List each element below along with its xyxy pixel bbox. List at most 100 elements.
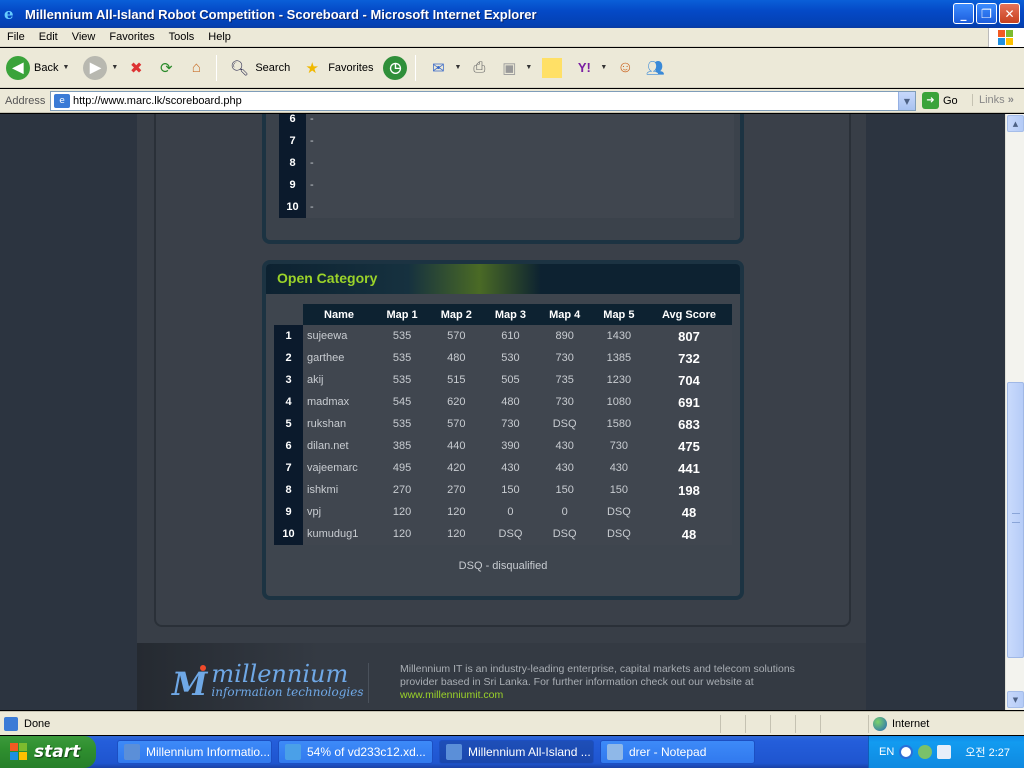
window-title-bar[interactable]: e Millennium All-Island Robot Competitio… [0, 0, 1024, 28]
entry-name: - [310, 201, 314, 213]
rank-number: 7 [289, 135, 296, 147]
entry-name: - [310, 135, 314, 147]
edit-dropdown-icon[interactable]: ▼ [525, 64, 532, 71]
refresh-button[interactable]: ⟳ [154, 56, 178, 80]
map4-cell: 150 [537, 479, 592, 501]
favorites-button[interactable]: ★ Favorites [300, 56, 373, 80]
print-button[interactable]: ⎙ [467, 56, 491, 80]
tray-arrow-icon[interactable] [899, 745, 914, 759]
edit-button[interactable]: ▣ ▼ [497, 56, 532, 80]
menu-edit[interactable]: Edit [32, 31, 65, 43]
msn-button[interactable]: 👥︎ [643, 56, 667, 80]
address-input[interactable]: e http://www.marc.lk/scoreboard.php ▼ [50, 91, 916, 111]
search-label: Search [255, 61, 291, 74]
forward-button[interactable]: ▶ ▼ [75, 55, 118, 80]
millennium-logo[interactable]: M millennium information technologies [172, 662, 364, 700]
table-row: 5 rukshan 535 570 730 DSQ 1580 683 [274, 413, 732, 435]
map4-cell: 730 [537, 347, 592, 369]
footer-website-link[interactable]: www.millenniumit.com [400, 689, 503, 701]
notes-button[interactable] [542, 57, 563, 78]
map2-cell: 480 [429, 347, 484, 369]
table-row: 7 vajeemarc 495 420 430 430 430 441 [274, 457, 732, 479]
home-button[interactable]: ⌂ [184, 56, 208, 80]
security-zone[interactable]: Internet [873, 717, 929, 731]
table-row: 3 akij 535 515 505 735 1230 704 [274, 369, 732, 391]
zone-label: Internet [892, 718, 930, 730]
mail-dropdown-icon[interactable]: ▼ [454, 64, 461, 71]
messenger-button[interactable]: ☺ [613, 56, 637, 80]
taskbar-item-notepad[interactable]: drer - Notepad [600, 740, 755, 764]
dsq-legend: DSQ - disqualified [458, 560, 548, 572]
tray-network-icon[interactable] [918, 745, 933, 759]
close-button[interactable]: ✕ [999, 3, 1020, 24]
ie-window-icon [124, 744, 140, 760]
category-title: Open Category [277, 270, 378, 286]
address-url[interactable]: http://www.marc.lk/scoreboard.php [73, 95, 242, 107]
tray-clock[interactable]: 오전 2:27 [965, 744, 1010, 760]
previous-list-bg [306, 114, 734, 218]
tray-ime-icon[interactable] [937, 745, 952, 759]
stop-icon: ✖ [130, 59, 143, 77]
taskbar-item-scoreboard[interactable]: Millennium All-Island ... [439, 740, 594, 764]
toolbar-separator [216, 54, 218, 81]
page-viewport[interactable]: 6 - 7 - 8 - 9 - 10 - Open Category Name … [0, 114, 1005, 710]
windows-logo [988, 28, 1024, 47]
map4-cell: 0 [537, 501, 592, 523]
name-cell: madmax [303, 391, 375, 413]
menu-tools[interactable]: Tools [162, 31, 202, 43]
task-label: drer - Notepad [629, 745, 707, 759]
table-row: 8 ishkmi 270 270 150 150 150 198 [274, 479, 732, 501]
address-dropdown-icon[interactable]: ▼ [898, 92, 915, 110]
vertical-scrollbar[interactable]: ▲ ▼ [1005, 114, 1024, 710]
table-row: 2 garthee 535 480 530 730 1385 732 [274, 347, 732, 369]
mail-icon: ✉ [432, 59, 445, 77]
back-button[interactable]: ◀ Back ▼ [6, 55, 69, 80]
entry-name: - [310, 179, 314, 191]
menu-favorites[interactable]: Favorites [102, 31, 161, 43]
search-button[interactable]: 🔍︎ Search [227, 56, 290, 80]
table-row: 4 madmax 545 620 480 730 1080 691 [274, 391, 732, 413]
scroll-down-button[interactable]: ▼ [1007, 691, 1024, 708]
links-toolbar[interactable]: Links » [972, 94, 1014, 106]
map5-cell: DSQ [591, 523, 646, 545]
history-button[interactable]: ◷ [383, 55, 408, 80]
toolbar-separator [415, 54, 417, 81]
map3-cell: 390 [483, 435, 538, 457]
mail-button[interactable]: ✉ ▼ [426, 56, 461, 80]
rank-cell: 7 [274, 457, 303, 479]
menu-help[interactable]: Help [201, 31, 238, 43]
table-header-row: Name Map 1 Map 2 Map 3 Map 4 Map 5 Avg S… [274, 304, 732, 325]
status-text: Done [4, 717, 50, 731]
menu-view[interactable]: View [65, 31, 103, 43]
map1-cell: 545 [375, 391, 430, 413]
minimize-button[interactable]: _ [953, 3, 974, 24]
back-dropdown-icon[interactable]: ▼ [62, 64, 69, 71]
yahoo-dropdown-icon[interactable]: ▼ [600, 64, 607, 71]
edit-page-icon: ▣ [502, 59, 517, 77]
name-cell: ishkmi [303, 479, 375, 501]
yahoo-button[interactable]: Y! ▼ [572, 56, 607, 80]
taskbar-item-millennium-information[interactable]: Millennium Informatio... [117, 740, 272, 764]
map1-cell: 120 [375, 501, 430, 523]
start-button[interactable]: start [0, 736, 96, 768]
menu-file[interactable]: File [0, 31, 32, 43]
go-button[interactable]: ➜ Go [922, 92, 958, 109]
taskbar-item-download[interactable]: 54% of vd233c12.xd... [278, 740, 433, 764]
map2-cell: 120 [429, 523, 484, 545]
maximize-button[interactable]: ❐ [976, 3, 997, 24]
rank-cell: 10 [274, 523, 303, 545]
map4-cell: 430 [537, 457, 592, 479]
sticky-note-icon [542, 57, 563, 78]
scroll-thumb[interactable] [1007, 382, 1024, 658]
list-item: 6 - [279, 114, 313, 130]
back-arrow-icon: ◀ [6, 55, 30, 80]
footer-description: Millennium IT is an industry-leading ent… [400, 663, 820, 702]
stop-button[interactable]: ✖ [124, 56, 148, 80]
forward-dropdown-icon[interactable]: ▼ [111, 64, 118, 71]
entry-name: - [310, 157, 314, 169]
language-indicator[interactable]: EN [879, 746, 894, 758]
page-footer: M millennium information technologies Mi… [137, 643, 866, 710]
ie-icon: e [4, 5, 14, 23]
status-divider [720, 715, 721, 733]
scroll-up-button[interactable]: ▲ [1007, 115, 1024, 132]
